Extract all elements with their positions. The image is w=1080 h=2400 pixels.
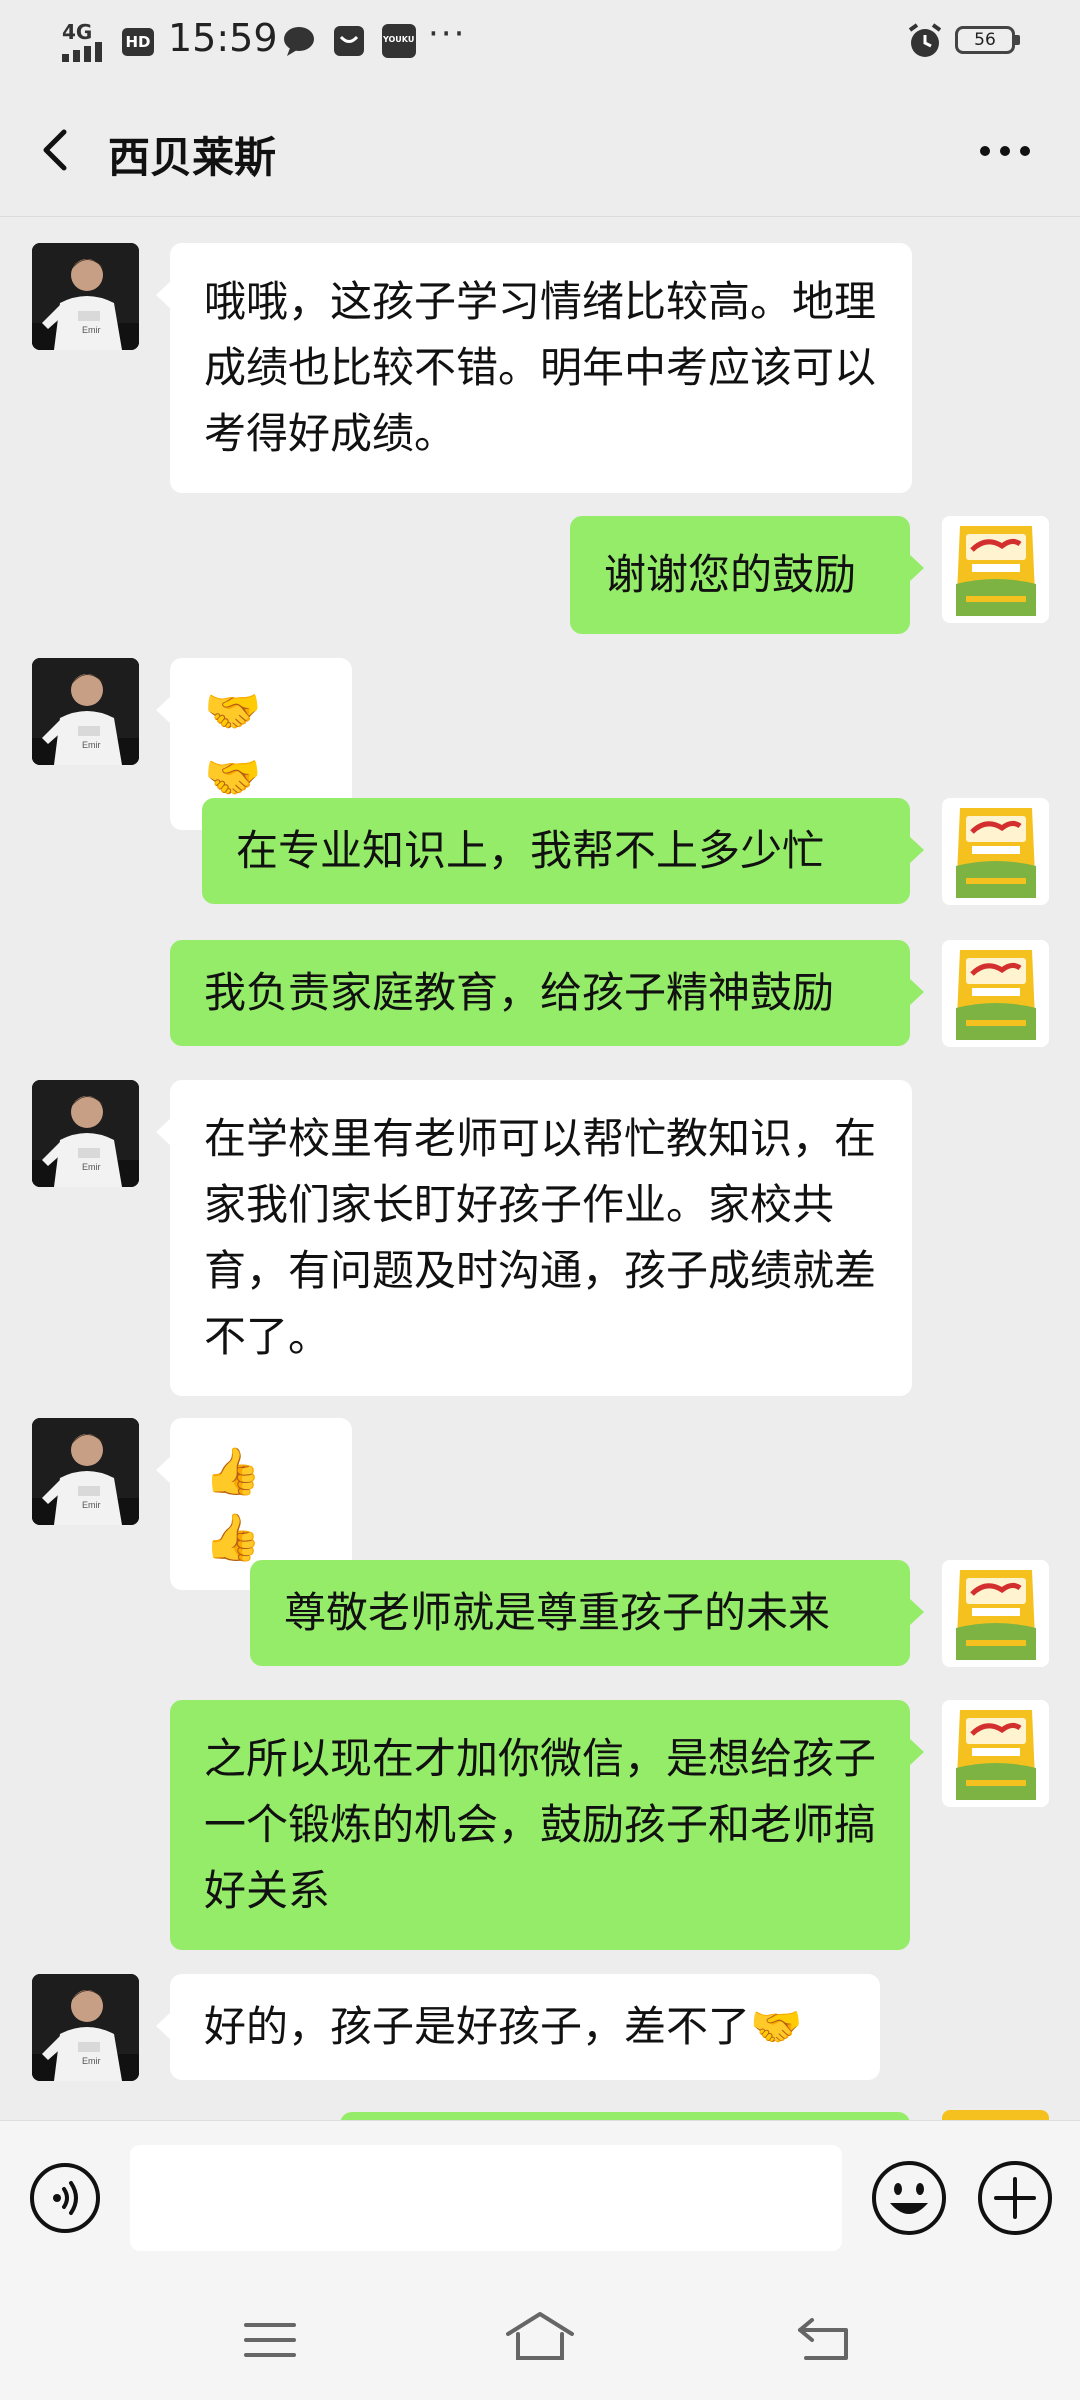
home-icon[interactable] (502, 2308, 578, 2368)
rice-bag-avatar[interactable] (942, 516, 1049, 623)
player-avatar[interactable] (32, 1974, 139, 2081)
emoji-icon[interactable] (870, 2159, 948, 2237)
player-avatar[interactable] (32, 1080, 139, 1187)
back-icon[interactable] (792, 2312, 854, 2366)
thumbs-up-emoji: 👍👍 (204, 1444, 262, 1564)
menu-icon[interactable] (240, 2315, 300, 2365)
message-bubble[interactable]: 在学校里有老师可以帮忙教知识，在家我们家长盯好孩子作业。家校共育，有问题及时沟通… (156, 1080, 912, 1396)
alarm-icon (908, 23, 942, 57)
message-bubble[interactable]: 谢谢您的鼓励 (570, 516, 924, 634)
player-avatar[interactable] (32, 1418, 139, 1525)
message-bubble[interactable]: 哦哦，这孩子学习情绪比较高。地理成绩也比较不错。明年中考应该可以考得好成绩。 (156, 243, 912, 493)
signal-icon (62, 42, 102, 62)
message-input[interactable] (130, 2145, 842, 2251)
message-icon (334, 26, 364, 56)
clock: 15:59 (168, 16, 278, 60)
input-bar (0, 2120, 1080, 2281)
chat-header: 西贝莱斯 (0, 86, 1080, 217)
youku-icon: YOUKU (382, 24, 416, 58)
rice-bag-avatar[interactable] (942, 1560, 1049, 1667)
plus-icon[interactable] (976, 2159, 1054, 2237)
rice-bag-avatar[interactable] (942, 1700, 1049, 1807)
message-bubble[interactable]: 我负责家庭教育，给孩子精神鼓励 (170, 940, 924, 1046)
player-avatar[interactable] (32, 243, 139, 350)
chat-title: 西贝莱斯 (108, 133, 277, 182)
chat-bubble-icon (284, 27, 314, 56)
system-nav-bar (0, 2280, 1080, 2400)
player-avatar[interactable] (32, 658, 139, 765)
message-bubble[interactable]: 尊敬老师就是尊重孩子的未来 (250, 1560, 924, 1666)
message-bubble[interactable]: 好的，孩子是好孩子，差不了🤝 (156, 1974, 880, 2080)
handshake-emoji: 🤝🤝 (204, 684, 262, 804)
hd-badge: HD (122, 28, 154, 56)
rice-bag-avatar[interactable] (942, 940, 1049, 1047)
voice-icon[interactable] (28, 2161, 102, 2235)
battery-indicator: 56 (955, 26, 1020, 54)
message-bubble[interactable]: 之所以现在才加你微信，是想给孩子一个锻炼的机会，鼓励孩子和老师搞好关系 (170, 1700, 924, 1950)
rice-bag-avatar[interactable] (942, 798, 1049, 905)
message-bubble[interactable]: 在专业知识上，我帮不上多少忙 (202, 798, 924, 904)
overflow-dots: ··· (428, 14, 467, 54)
back-arrow-icon[interactable] (28, 120, 88, 180)
more-options-icon[interactable] (975, 126, 1035, 176)
status-bar: 4G HD 15:59 YOUKU ··· 56 (0, 0, 1080, 86)
